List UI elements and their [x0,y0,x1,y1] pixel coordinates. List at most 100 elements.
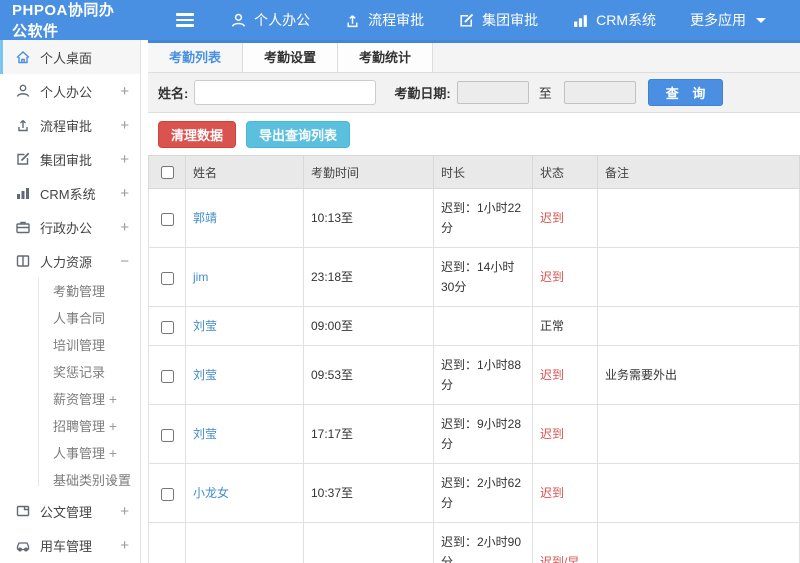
top-menu: 个人办公 流程审批 集团审批 CRM系统 更多应用 [230,10,800,30]
expand-plus-icon[interactable]: + [120,185,129,202]
sidebar-subitem-salary[interactable]: 薪资管理 + [0,386,140,413]
sidebar-item-label: 公文管理 [40,504,93,520]
sidebar-item-hr[interactable]: 人力资源 − [0,244,140,278]
date-label: 考勤日期: [394,86,451,101]
employee-name-link[interactable]: 刘莹 [193,319,217,333]
main-content: 考勤列表 考勤设置 考勤统计 姓名: 考勤日期: 至 查 询 清理数据 导出查询… [148,40,800,563]
name-input[interactable] [194,80,377,105]
row-checkbox[interactable] [160,320,174,334]
sidebar-item-label: 人力资源 [40,254,93,270]
table-row: 刘莹 17:17至 迟到：9小时28分 迟到 [148,404,800,465]
tab-bar: 考勤列表 考勤设置 考勤统计 [148,43,800,73]
sidebar-subitem-contract[interactable]: 人事合同 [0,305,140,332]
note-cell [597,404,800,465]
export-list-button[interactable]: 导出查询列表 [246,121,351,148]
attendance-table: 姓名 考勤时间 时长 状态 备注 郭靖 10:13至 迟到：1小时22分 迟到 … [148,155,800,563]
column-header-status: 状态 [532,155,598,190]
sidebar-subitem-recruit[interactable]: 招聘管理 + [0,413,140,440]
sidebar-subitem-rewards[interactable]: 奖惩记录 [0,359,140,386]
home-icon [15,49,31,65]
top-menu-group-approval[interactable]: 集团审批 [458,10,538,30]
expand-plus-icon[interactable]: + [120,83,129,100]
top-menu-label: CRM系统 [596,12,656,28]
employee-name-link[interactable]: 刘莹 [193,427,217,441]
sidebar-item-documents[interactable]: 公文管理 + [0,494,140,528]
sidebar-item-label: 集团审批 [40,152,93,168]
attendance-time-cell: 17:17至 [303,404,434,465]
table-toolbar: 清理数据 导出查询列表 [148,113,800,155]
date-to-label: 至 [538,86,552,101]
row-checkbox[interactable] [160,428,174,442]
table-header-row: 姓名 考勤时间 时长 状态 备注 [148,155,800,190]
expand-plus-icon[interactable]: + [120,117,129,134]
top-menu-more-apps[interactable]: 更多应用 [690,10,766,30]
app-logo: PHPOA协同办公软件 [12,2,115,40]
sidebar-item-label: CRM系统 [40,186,96,202]
employee-name-link[interactable]: 郭靖 [193,211,217,225]
sidebar-subitem-base-category[interactable]: 基础类别设置 + [0,467,140,494]
row-checkbox[interactable] [160,487,174,501]
row-checkbox[interactable] [160,369,174,383]
sidebar-subitem-label: 培训管理 [53,338,106,353]
attendance-time-cell: 09:53至 [303,345,434,406]
sidebar-subitem-attendance[interactable]: 考勤管理 [0,278,140,305]
briefcase-icon [15,219,31,235]
expand-plus-icon[interactable]: + [109,440,117,467]
clean-data-button[interactable]: 清理数据 [158,121,237,148]
date-to-input[interactable] [563,81,636,104]
sidebar-subitem-personnel[interactable]: 人事管理 + [0,440,140,467]
workflow-icon [15,117,31,133]
bar-chart-icon [572,12,589,29]
expand-plus-icon[interactable]: + [120,219,129,236]
expand-plus-icon[interactable]: + [109,413,117,440]
select-all-checkbox[interactable] [160,166,174,180]
edit-icon [15,151,31,167]
sidebar-item-crm[interactable]: CRM系统 + [0,176,140,210]
top-menu-workflow-approval[interactable]: 流程审批 [344,10,424,30]
row-checkbox[interactable] [160,212,174,226]
car-icon [15,537,31,553]
attendance-time-cell: 09:00至 [303,306,434,347]
status-cell: 迟到 [532,188,598,249]
employee-name-link[interactable]: jim [193,270,208,284]
bar-chart-icon [15,185,31,201]
sidebar-subitem-label: 薪资管理 [53,392,106,407]
attendance-time-cell: 23:18至 [303,247,434,308]
user-icon [230,12,247,29]
user-icon [15,83,31,99]
expand-plus-icon[interactable]: + [120,151,129,168]
employee-name-link[interactable]: 刘莹 [193,368,217,382]
attendance-time-cell: 10:37至 [303,463,434,524]
duration-cell: 迟到：2小时90分 早退：7小时10分 [433,522,533,563]
status-cell: 迟到/早退 [532,522,598,563]
row-checkbox[interactable] [160,271,174,285]
expand-plus-icon[interactable]: + [109,386,117,413]
sidebar-subitem-training[interactable]: 培训管理 [0,332,140,359]
collapse-minus-icon[interactable]: − [120,253,129,270]
sidebar-item-label: 个人桌面 [40,50,93,66]
sidebar-item-vehicle[interactable]: 用车管理 + [0,528,140,562]
duration-cell [433,306,533,347]
expand-plus-icon[interactable]: + [120,503,129,520]
sidebar-item-admin-office[interactable]: 行政办公 + [0,210,140,244]
sidebar-item-workflow-approval[interactable]: 流程审批 + [0,108,140,142]
hamburger-menu-icon[interactable] [176,13,195,27]
table-row: 刘莹 09:00至 正常 [148,306,800,347]
sidebar-item-group-approval[interactable]: 集团审批 + [0,142,140,176]
employee-name-link[interactable]: 小龙女 [193,486,229,500]
sidebar: 个人桌面 个人办公 + 流程审批 + 集团审批 + CRM系统 + 行政办公 + [0,40,141,563]
tab-attendance-stats[interactable]: 考勤统计 [338,43,434,72]
date-from-input[interactable] [456,81,529,104]
duration-cell: 迟到：1小时22分 [433,188,533,249]
expand-plus-icon[interactable]: + [109,467,117,494]
top-menu-crm[interactable]: CRM系统 [572,10,656,30]
note-cell [597,463,800,524]
search-button[interactable]: 查 询 [647,79,724,106]
tab-attendance-list[interactable]: 考勤列表 [148,43,244,72]
sidebar-item-desktop[interactable]: 个人桌面 [0,40,140,74]
edit-icon [458,12,475,29]
tab-attendance-settings[interactable]: 考勤设置 [243,43,339,72]
expand-plus-icon[interactable]: + [120,537,129,554]
sidebar-item-personal-office[interactable]: 个人办公 + [0,74,140,108]
top-menu-personal-office[interactable]: 个人办公 [230,10,310,30]
